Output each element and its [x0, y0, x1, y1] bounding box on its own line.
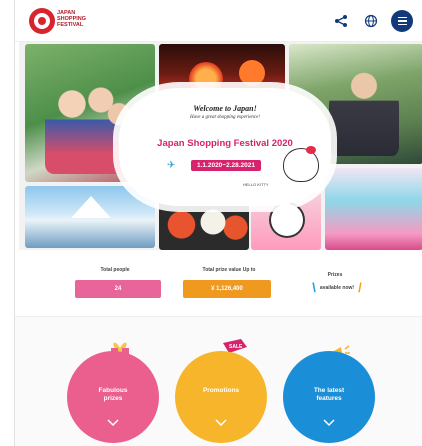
header-icons: [331, 10, 413, 32]
logo-line-3: FESTIVAL: [57, 22, 84, 28]
feature-latest-line-1: The latest: [313, 387, 345, 394]
page-frame: JAPAN SHOPPING FESTIVAL Welcome to Japan…: [14, 0, 422, 446]
hero-banner[interactable]: Welcome to Japan! Have a great shopping …: [19, 42, 422, 250]
chevron-down-icon: [107, 419, 119, 427]
site-logo[interactable]: JAPAN SHOPPING FESTIVAL: [29, 8, 95, 36]
chevron-down-icon: [215, 419, 227, 427]
feature-promotions-line-1: Promotions: [202, 387, 240, 394]
logo-text: JAPAN SHOPPING FESTIVAL: [57, 10, 95, 28]
slash-left-icon: \: [312, 280, 316, 295]
total-people-value: 24: [75, 280, 161, 298]
globe-icon[interactable]: [361, 11, 381, 31]
feature-prizes[interactable]: Fabulous prizes: [67, 351, 159, 443]
airplane-icon: ✈: [167, 160, 176, 171]
feature-prizes-label: Fabulous prizes: [67, 387, 159, 403]
hello-kitty-label: HELLO KITTY: [243, 182, 269, 187]
slash-right-icon: /: [358, 280, 362, 295]
stats-bar: Total people 24 Total prize value Up to …: [19, 256, 422, 310]
share-icon[interactable]: [331, 11, 351, 31]
feature-prizes-line-2: prizes: [103, 395, 123, 402]
feature-promotions[interactable]: Promotions: [175, 351, 267, 443]
feature-promotions-label: Promotions: [175, 387, 267, 395]
feature-latest-label: The latest features: [283, 387, 375, 403]
menu-icon[interactable]: [391, 10, 413, 32]
feature-latest-line-2: features: [316, 395, 342, 402]
chevron-down-icon: [323, 419, 335, 427]
total-people-label: Total people: [100, 267, 130, 273]
photo-sweets: [325, 168, 422, 250]
feature-latest[interactable]: The latest features: [283, 351, 375, 443]
hello-kitty-icon: [283, 146, 319, 182]
prize-value: ¥ 1,126,400: [183, 280, 271, 298]
prizes-label: Prizes: [327, 272, 343, 278]
prizes-note: available now!: [319, 285, 355, 291]
site-header: JAPAN SHOPPING FESTIVAL: [15, 0, 422, 42]
festival-badge: Welcome to Japan! Have a great shopping …: [119, 88, 331, 206]
welcome-subtitle: Have a great shopping experience!: [189, 115, 261, 120]
svg-text:SALE: SALE: [229, 344, 243, 350]
photo-mount-fuji: [25, 186, 155, 248]
feature-prizes-line-1: Fabulous: [98, 387, 128, 394]
prize-value-label: Total prize value Up to: [202, 267, 256, 273]
festival-dates: 1.1.2020~2.28.2021: [191, 160, 262, 171]
logo-mark-icon: [29, 8, 55, 34]
welcome-text: Welcome to Japan!: [193, 104, 257, 113]
feature-section: SALE Fabulous prizes Promotions The late…: [15, 316, 422, 446]
prizes-available[interactable]: \ available now! /: [297, 280, 377, 295]
